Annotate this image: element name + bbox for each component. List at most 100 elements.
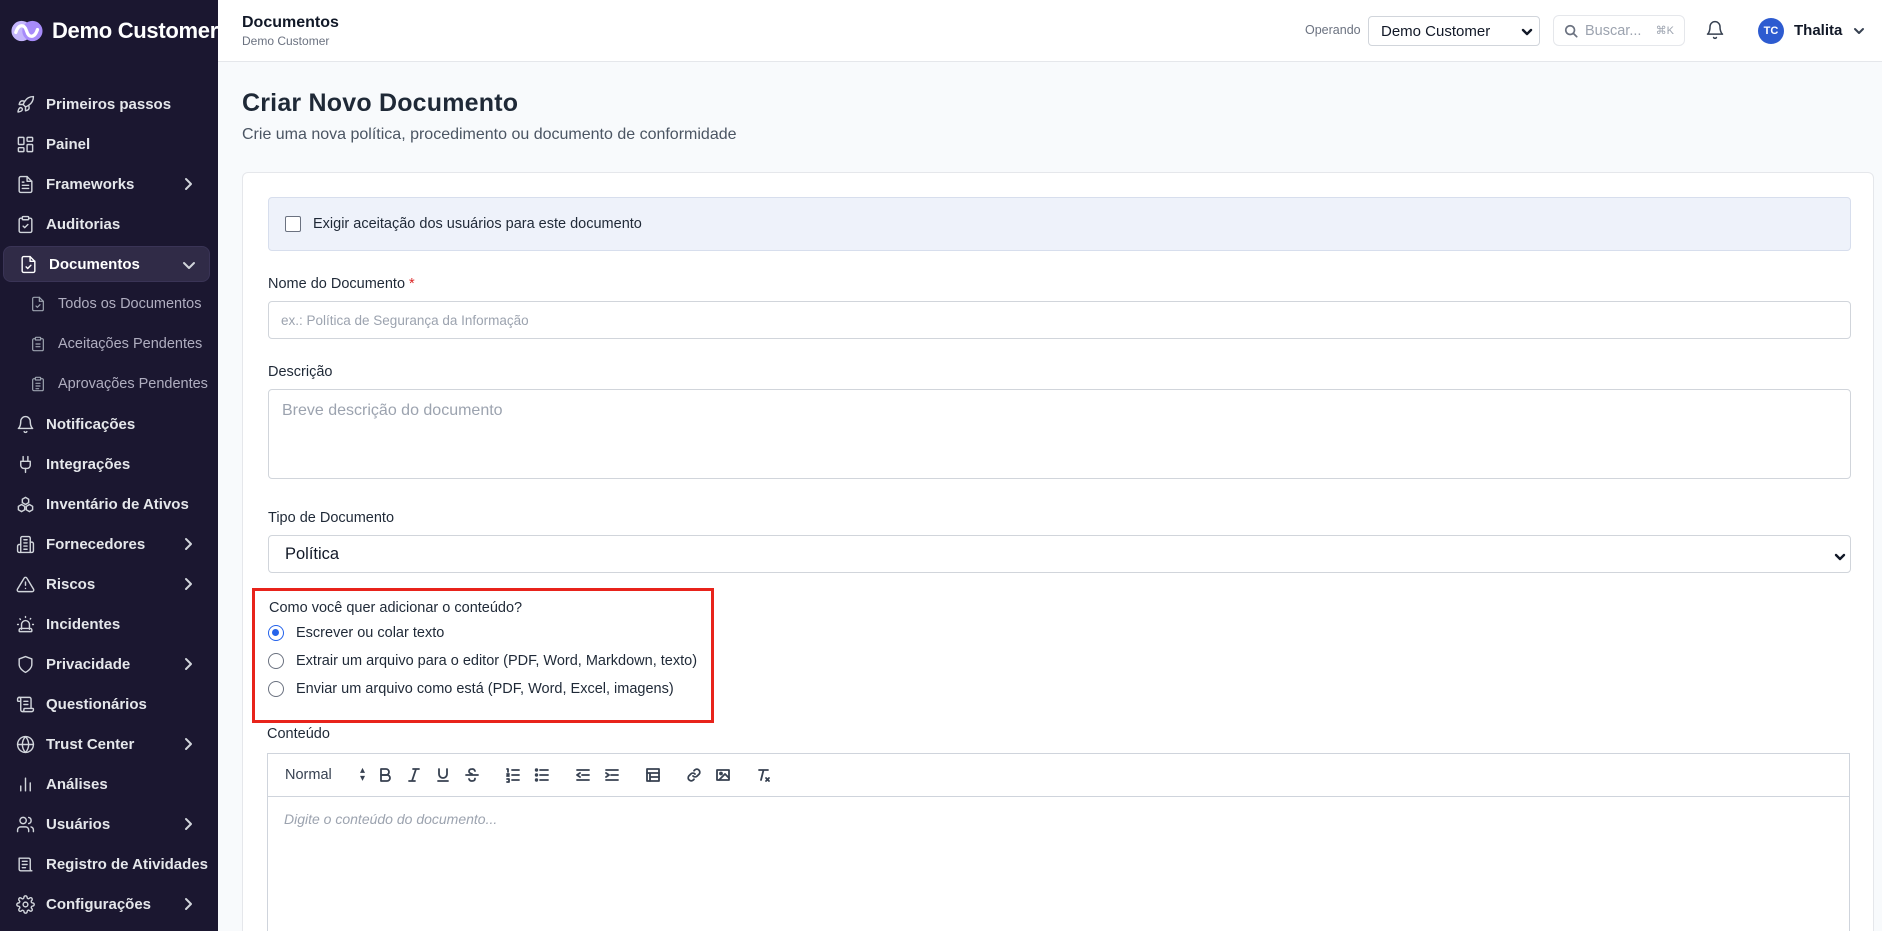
sidebar-subitem-label: Aceitações Pendentes (58, 336, 203, 352)
method-option-label: Enviar um arquivo como está (PDF, Word, … (296, 681, 674, 697)
sidebar-item-label: Notificações (46, 415, 136, 433)
sidebar-item-registro-atividades[interactable]: Registro de Atividades (0, 844, 218, 884)
sidebar-item-label: Riscos (46, 575, 96, 593)
rich-text-editor: Normal ▴ ▾ Digite o conteúdo do documento… (267, 753, 1850, 931)
sidebar-item-label: Integrações (46, 455, 131, 473)
sidebar-item-label: Fornecedores (46, 535, 146, 553)
outdent-button[interactable] (573, 765, 593, 785)
rocket-icon (15, 94, 35, 114)
organization-select[interactable]: Demo Customer (1368, 16, 1540, 46)
radio-upload[interactable] (268, 681, 284, 697)
document-type-select[interactable]: Política (268, 535, 1851, 573)
user-name[interactable]: Thalita (1794, 22, 1842, 39)
sidebar-item-configuracoes[interactable]: Configurações (0, 884, 218, 924)
document-name-label-text: Nome do Documento (268, 276, 406, 292)
sidebar-item-usuarios[interactable]: Usuários (0, 804, 218, 844)
document-icon (15, 174, 35, 194)
sidebar-item-primeiros-passos[interactable]: Primeiros passos (0, 84, 218, 124)
avatar[interactable]: TC (1758, 18, 1784, 44)
users-icon (15, 814, 35, 834)
bullet-list-button[interactable] (532, 765, 552, 785)
strikethrough-button[interactable] (462, 765, 482, 785)
brand[interactable]: Demo Customer (0, 0, 218, 62)
require-acceptance-box[interactable]: Exigir aceitação dos usuários para este … (268, 197, 1851, 251)
sidebar-item-label: Trust Center (46, 735, 135, 753)
sidebar-item-incidentes[interactable]: Incidentes (0, 604, 218, 644)
chevron-right-icon (180, 656, 196, 672)
sidebar-item-trust-center[interactable]: Trust Center (0, 724, 218, 764)
chevron-down-icon (1834, 549, 1846, 561)
content-method-question: Como você quer adicionar o conteúdo? (269, 600, 523, 616)
bold-button[interactable] (375, 765, 395, 785)
sidebar-subitem-aprovacoes-pendentes[interactable]: Aprovações Pendentes (0, 364, 218, 404)
italic-button[interactable] (404, 765, 424, 785)
chevron-right-icon (180, 536, 196, 552)
bar-chart-icon (15, 774, 35, 794)
activity-log-icon (15, 854, 35, 874)
sidebar-item-painel[interactable]: Painel (0, 124, 218, 164)
method-option-upload[interactable]: Enviar um arquivo como está (PDF, Word, … (268, 681, 674, 697)
boxes-icon (15, 494, 35, 514)
sidebar-item-inventario-ativos[interactable]: Inventário de Ativos (0, 484, 218, 524)
description-placeholder: Breve descrição do documento (282, 402, 503, 419)
operando-label: Operando (1305, 23, 1361, 37)
sidebar-item-label: Privacidade (46, 655, 131, 673)
underline-button[interactable] (433, 765, 453, 785)
radio-extract[interactable] (268, 653, 284, 669)
header-title: Documentos (242, 14, 339, 31)
sidebar-item-documentos[interactable]: Documentos (3, 246, 210, 282)
editor-toolbar: Normal ▴ ▾ (268, 754, 1849, 797)
bell-icon (15, 414, 35, 434)
notifications-bell-icon[interactable] (1705, 20, 1725, 40)
sidebar-item-privacidade[interactable]: Privacidade (0, 644, 218, 684)
clear-format-icon[interactable] (754, 765, 774, 785)
search-input[interactable]: Buscar... ⌘K (1553, 15, 1685, 46)
link-icon[interactable] (684, 765, 704, 785)
radio-write[interactable] (268, 625, 284, 641)
sidebar-item-label: Incidentes (46, 615, 121, 633)
sidebar-item-notificacoes[interactable]: Notificações (0, 404, 218, 444)
clipboard-check-icon (15, 214, 35, 234)
sidebar-item-riscos[interactable]: Riscos (0, 564, 218, 604)
ordered-list-button[interactable] (503, 765, 523, 785)
image-icon[interactable] (713, 765, 733, 785)
document-name-input[interactable]: ex.: Política de Segurança da Informação (268, 301, 1851, 339)
sidebar-item-label: Painel (46, 135, 91, 153)
sidebar-item-label: Auditorias (46, 215, 121, 233)
chevron-down-icon[interactable] (1852, 24, 1866, 38)
sidebar-item-fornecedores[interactable]: Fornecedores (0, 524, 218, 564)
method-option-label: Extrair um arquivo para o editor (PDF, W… (296, 653, 698, 669)
sidebar-item-frameworks[interactable]: Frameworks (0, 164, 218, 204)
sidebar-item-analises[interactable]: Análises (0, 764, 218, 804)
chevron-down-icon (181, 257, 197, 273)
sidebar-item-questionarios[interactable]: Questionários (0, 684, 218, 724)
header-subtitle: Demo Customer (242, 34, 330, 48)
editor-placeholder[interactable]: Digite o conteúdo do documento... (268, 797, 1849, 841)
indent-button[interactable] (602, 765, 622, 785)
sidebar-item-auditorias[interactable]: Auditorias (0, 204, 218, 244)
method-option-write[interactable]: Escrever ou colar texto (268, 625, 444, 641)
chevron-down-icon (1521, 25, 1533, 37)
siren-icon (15, 614, 35, 634)
sidebar-item-label: Questionários (46, 695, 147, 713)
font-size-select[interactable]: Normal ▴ ▾ (285, 766, 375, 784)
search-shortcut: ⌘K (1655, 25, 1674, 37)
warning-icon (15, 574, 35, 594)
required-asterisk: * (409, 276, 415, 292)
sidebar-item-label: Frameworks (46, 175, 135, 193)
search-icon (1564, 24, 1578, 38)
sidebar-item-integracoes[interactable]: Integrações (0, 444, 218, 484)
sidebar-item-label: Registro de Atividades (46, 855, 208, 873)
chevron-right-icon (180, 176, 196, 192)
chevron-right-icon (180, 816, 196, 832)
sidebar-subitem-todos-documentos[interactable]: Todos os Documentos (0, 284, 218, 324)
questionnaire-icon (15, 694, 35, 714)
description-textarea[interactable]: Breve descrição do documento (268, 389, 1851, 479)
require-acceptance-checkbox[interactable] (285, 216, 301, 232)
chevron-right-icon (180, 576, 196, 592)
document-type-label: Tipo de Documento (268, 510, 395, 526)
content-label: Conteúdo (267, 726, 330, 742)
table-button[interactable] (643, 765, 663, 785)
method-option-extract[interactable]: Extrair um arquivo para o editor (PDF, W… (268, 653, 697, 669)
sidebar-subitem-aceitacoes-pendentes[interactable]: Aceitações Pendentes (0, 324, 218, 364)
